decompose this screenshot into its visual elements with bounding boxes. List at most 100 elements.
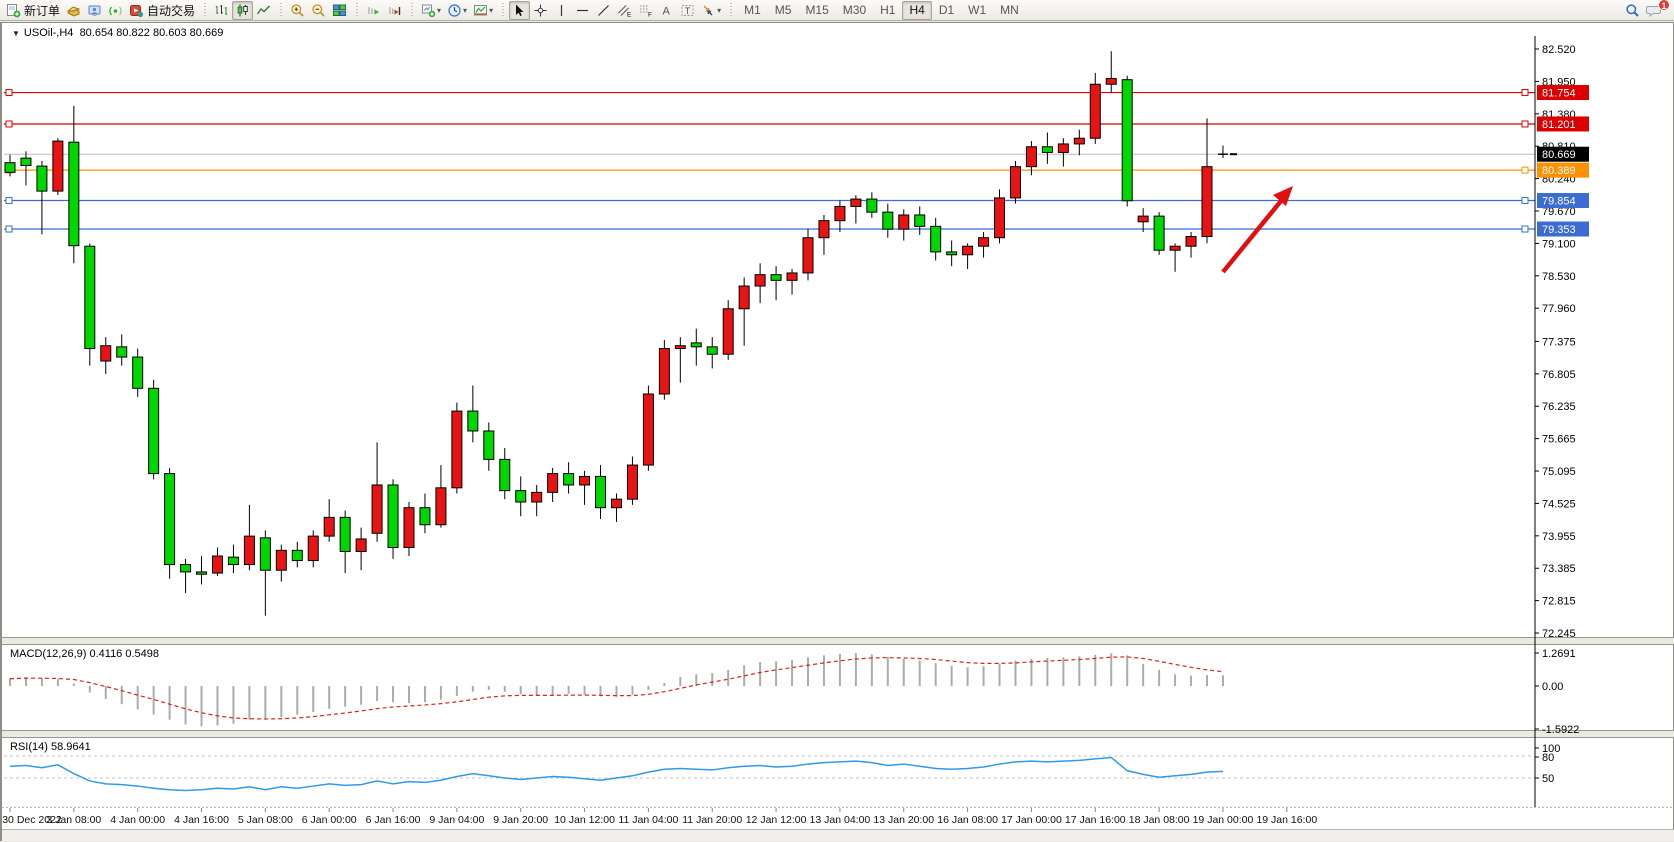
price-tick-label: 76.805 <box>1542 369 1576 381</box>
candle-up <box>53 141 63 191</box>
dropdown-caret: ▾ <box>437 6 441 15</box>
collapse-triangle-icon[interactable]: ▼ <box>12 29 20 38</box>
horizontal-line-tool-button[interactable] <box>572 1 593 20</box>
search-button[interactable] <box>1622 1 1643 20</box>
zoom-out-button[interactable] <box>308 1 329 20</box>
main-toolbar: 新订单 自动交易 <box>0 0 1674 21</box>
arrows-tool-button[interactable]: ▾ <box>698 1 724 20</box>
autotrading-button[interactable]: 自动交易 <box>126 1 198 20</box>
time-tick-label: 13 Jan 04:00 <box>810 814 871 826</box>
hline-handle[interactable] <box>1522 226 1528 232</box>
chart-title: ▼USOil-,H4 80.654 80.822 80.603 80.669 <box>12 27 223 39</box>
rsi-tick-label: 80 <box>1542 752 1554 764</box>
dropdown-caret: ▾ <box>463 6 467 15</box>
candle-up <box>580 476 590 485</box>
candle-up <box>995 198 1005 238</box>
history-center-button[interactable] <box>63 1 84 20</box>
equidistant-channel-tool-button[interactable]: E <box>614 1 635 20</box>
hline-handle[interactable] <box>1522 198 1528 204</box>
candle-down <box>468 411 478 431</box>
autotrading-icon <box>129 3 144 18</box>
new-order-button[interactable]: 新订单 <box>3 1 63 20</box>
timeframe-m5-button[interactable]: M5 <box>768 1 799 20</box>
trend-arrow-shaft[interactable] <box>1223 196 1285 272</box>
panel-splitter[interactable] <box>2 730 1674 738</box>
candlestick-chart-button[interactable] <box>232 1 253 20</box>
price-tick-label: 77.960 <box>1542 303 1576 315</box>
auto-scroll-button[interactable] <box>363 1 384 20</box>
templates-button[interactable]: ▾ <box>470 1 496 20</box>
timeframe-m15-button[interactable]: M15 <box>798 1 835 20</box>
price-badge-label: 81.201 <box>1542 119 1576 131</box>
text-tool-button[interactable]: A <box>656 1 677 20</box>
horizontal-scrollbar[interactable] <box>2 829 1674 841</box>
hline-handle[interactable] <box>6 121 12 127</box>
timeframe-d1-button[interactable]: D1 <box>932 1 961 20</box>
chart-shift-button[interactable] <box>384 1 405 20</box>
timeframe-w1-button[interactable]: W1 <box>961 1 993 20</box>
timeframe-h1-button[interactable]: H1 <box>873 1 902 20</box>
experts-button[interactable] <box>84 1 105 20</box>
fibonacci-tool-button[interactable]: F <box>635 1 656 20</box>
text-label-tool-button[interactable]: T <box>677 1 698 20</box>
price-tick-label: 78.530 <box>1542 271 1576 283</box>
svg-text:E: E <box>627 11 632 18</box>
hline-handle[interactable] <box>6 226 12 232</box>
trend-arrow-head[interactable] <box>1273 186 1293 206</box>
crosshair-tool-button[interactable] <box>530 1 551 20</box>
toolbar-grip <box>202 3 207 18</box>
hline-handle[interactable] <box>1522 167 1528 173</box>
price-axis[interactable]: 82.52081.95081.38080.81080.24079.67079.1… <box>1535 36 1589 807</box>
hline-handle[interactable] <box>1522 90 1528 96</box>
candle-down <box>340 517 350 551</box>
line-chart-button[interactable] <box>253 1 274 20</box>
timeframe-m1-button[interactable]: M1 <box>737 1 768 20</box>
candle-up <box>1138 216 1148 222</box>
notifications-button[interactable]: 1 <box>1643 1 1665 20</box>
horizontal-lines-layer[interactable] <box>4 90 1535 232</box>
svg-text:F: F <box>648 11 652 18</box>
chart-canvas[interactable]: 82.52081.95081.38080.81080.24079.67079.1… <box>2 23 1674 842</box>
zoom-in-button[interactable] <box>287 1 308 20</box>
text-label-icon: T <box>680 3 695 18</box>
price-tick-label: 72.245 <box>1542 628 1576 640</box>
tile-windows-button[interactable] <box>329 1 350 20</box>
bar-chart-icon <box>214 3 229 18</box>
candle-up <box>1074 138 1084 144</box>
rsi-indicator-label: RSI(14) 58.9641 <box>10 741 91 753</box>
clock-icon <box>447 3 462 18</box>
time-tick-label: 18 Jan 08:00 <box>1129 814 1190 826</box>
hline-handle[interactable] <box>6 198 12 204</box>
candle-up <box>979 238 989 247</box>
rsi-tick-label: 50 <box>1542 773 1554 785</box>
macd-tick-label: 0.00 <box>1542 681 1563 693</box>
chart-window: 82.52081.95081.38080.81080.24079.67079.1… <box>0 22 1674 841</box>
candle-up <box>643 394 653 465</box>
cursor-tool-button[interactable] <box>509 1 530 20</box>
candle-up <box>835 206 845 220</box>
timeframe-m30-button[interactable]: M30 <box>836 1 873 20</box>
periods-button[interactable]: ▾ <box>444 1 470 20</box>
trendline-tool-button[interactable] <box>593 1 614 20</box>
candle-up <box>1090 84 1100 138</box>
time-tick-label: 16 Jan 08:00 <box>937 814 998 826</box>
signals-button[interactable] <box>105 1 126 20</box>
time-tick-label: 11 Jan 04:00 <box>618 814 678 826</box>
timeframe-mn-button[interactable]: MN <box>993 1 1026 20</box>
bar-chart-button[interactable] <box>211 1 232 20</box>
toolbar-grip <box>409 3 414 18</box>
hline-handle[interactable] <box>6 90 12 96</box>
hline-handle[interactable] <box>1522 121 1528 127</box>
candle-up <box>1186 237 1196 247</box>
equidistant-channel-icon: E <box>617 3 632 18</box>
time-axis[interactable]: 30 Dec 20223 Jan 08:004 Jan 00:004 Jan 1… <box>2 808 1674 827</box>
candle-down <box>292 550 302 560</box>
rsi-panel <box>4 756 1535 790</box>
timeframe-h4-button[interactable]: H4 <box>902 1 931 20</box>
zoom-out-icon <box>311 3 326 18</box>
vertical-line-tool-button[interactable] <box>551 1 572 20</box>
new-chart-button[interactable]: ▾ <box>418 1 444 20</box>
time-tick-label: 17 Jan 00:00 <box>1001 814 1062 826</box>
price-badge-label: 80.669 <box>1542 149 1576 161</box>
panel-splitter[interactable] <box>2 637 1674 645</box>
